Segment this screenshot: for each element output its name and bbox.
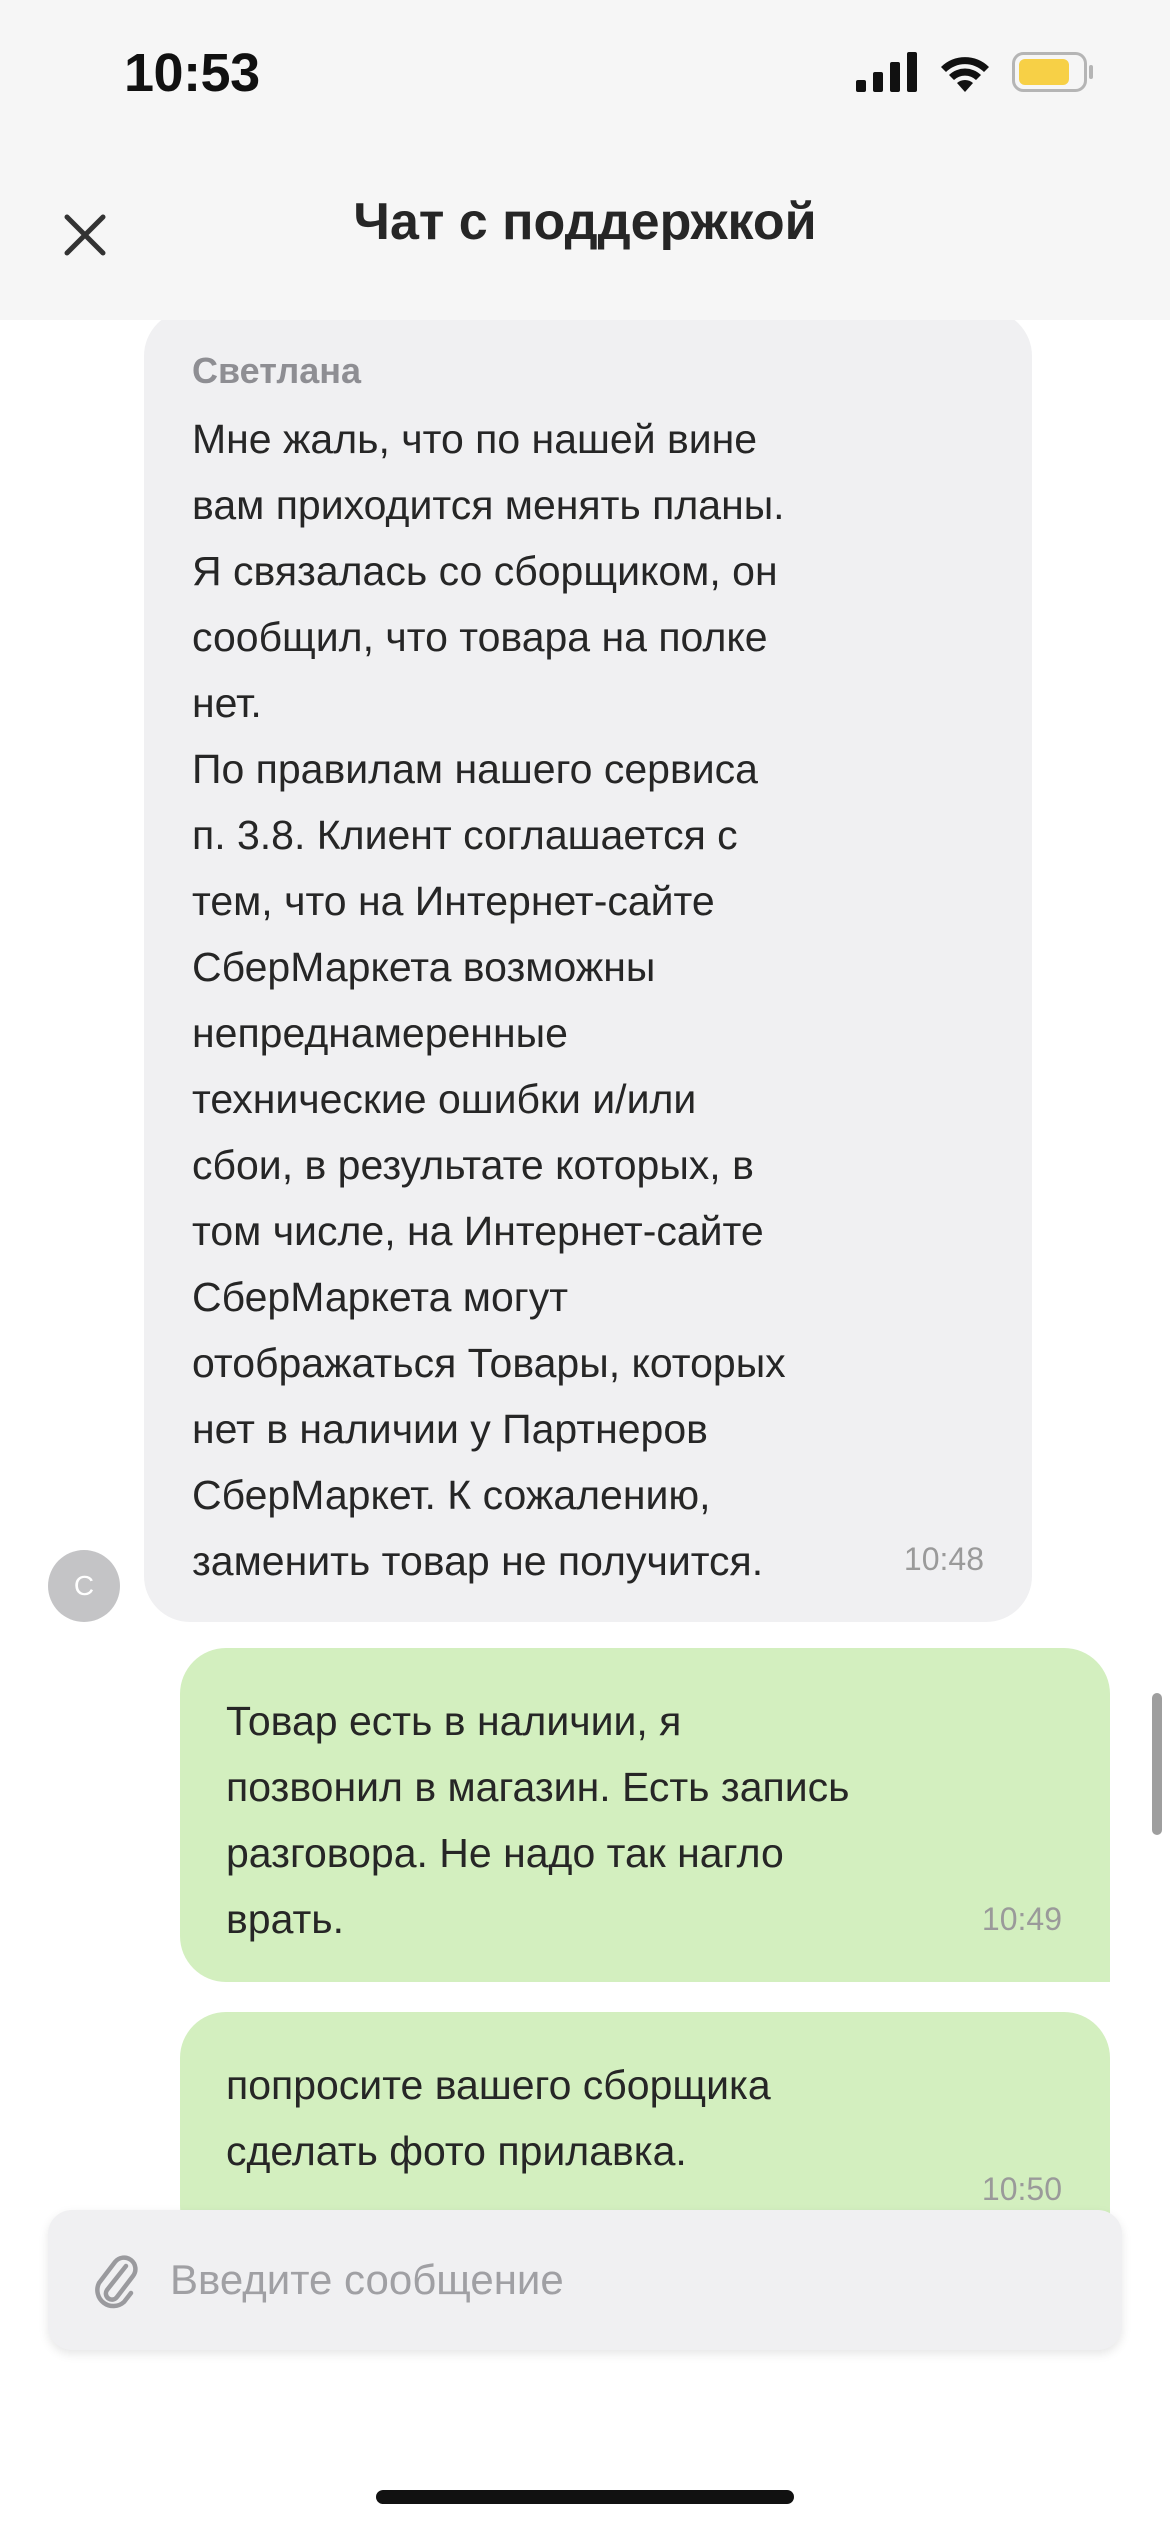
chat-messages[interactable]: Светлана Мне жаль, что по нашей вине вам… bbox=[0, 320, 1170, 2215]
outgoing-message: попросите вашего сборщика сделать фото п… bbox=[180, 2012, 1110, 2215]
top-bar: 10:53 Чат с поддержкой bbox=[0, 0, 1170, 320]
message-text: попросите вашего сборщика сделать фото п… bbox=[226, 2062, 771, 2174]
message-input[interactable] bbox=[168, 2239, 1122, 2321]
cellular-signal-icon bbox=[856, 52, 917, 92]
paperclip-icon bbox=[95, 2255, 138, 2309]
status-time: 10:53 bbox=[124, 43, 260, 103]
incoming-message: Светлана Мне жаль, что по нашей вине вам… bbox=[144, 320, 1032, 1622]
battery-icon bbox=[1012, 52, 1093, 92]
sender-name: Светлана bbox=[192, 350, 362, 391]
wifi-icon bbox=[941, 57, 989, 92]
message-text: Товар есть в наличии, я позвонил в магаз… bbox=[226, 1698, 850, 1942]
message-time: 10:50 bbox=[981, 2171, 1062, 2207]
home-indicator[interactable] bbox=[376, 2490, 794, 2504]
page-title: Чат с поддержкой bbox=[353, 193, 817, 251]
message-time: 10:49 bbox=[981, 1901, 1062, 1937]
status-icons bbox=[856, 52, 1094, 92]
message-composer bbox=[48, 2210, 1122, 2350]
message-time: 10:48 bbox=[903, 1541, 984, 1577]
avatar: С bbox=[48, 1550, 120, 1622]
chat-scrollbar[interactable] bbox=[1152, 1693, 1162, 1835]
header: Чат с поддержкой bbox=[0, 160, 1170, 300]
attach-button[interactable] bbox=[88, 2248, 144, 2312]
outgoing-message: Товар есть в наличии, я позвонил в магаз… bbox=[180, 1648, 1110, 1982]
message-text: Мне жаль, что по нашей вине вам приходит… bbox=[192, 416, 786, 1584]
